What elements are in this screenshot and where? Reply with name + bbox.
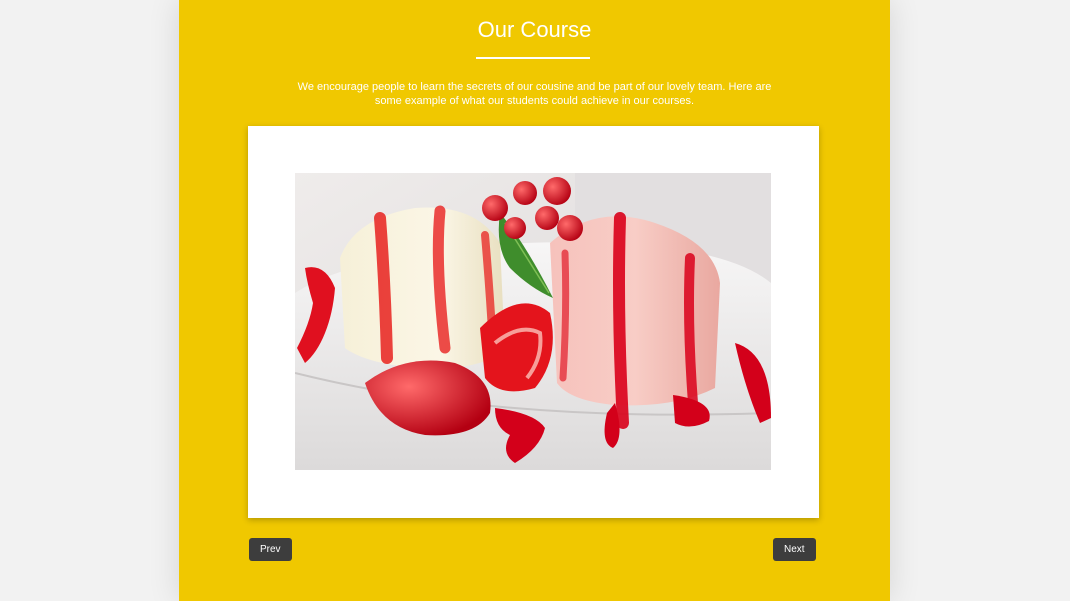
- prev-button[interactable]: Prev: [249, 538, 292, 561]
- slider-image: [295, 173, 771, 470]
- image-slider-card: [248, 126, 819, 518]
- section-title: Our Course: [477, 17, 592, 42]
- course-section: Our Course We encourage people to learn …: [179, 0, 890, 601]
- title-underline: [476, 57, 590, 59]
- section-description: We encourage people to learn the secrets…: [297, 81, 772, 107]
- dessert-photo-illustration: [295, 173, 771, 470]
- next-button[interactable]: Next: [773, 538, 816, 561]
